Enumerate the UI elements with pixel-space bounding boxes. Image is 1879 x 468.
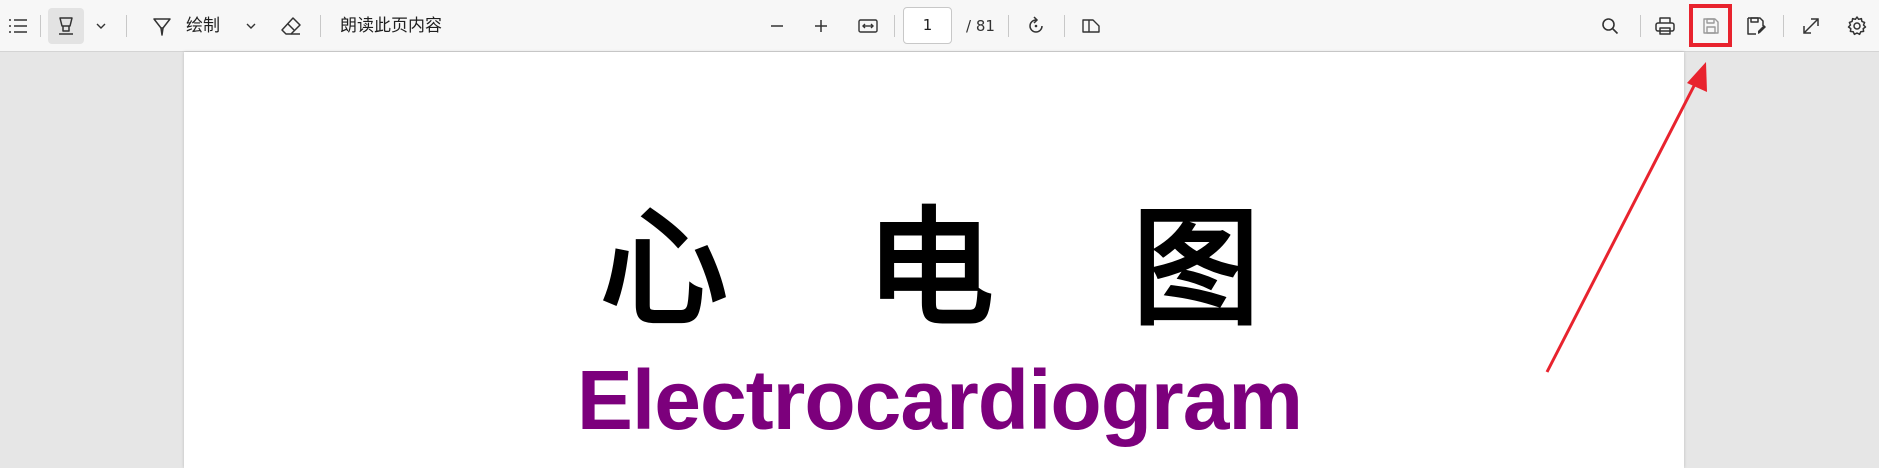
- print-button[interactable]: [1647, 0, 1683, 52]
- save-as-button[interactable]: [1738, 0, 1774, 52]
- toolbar-separator: [320, 15, 321, 37]
- highlight-button[interactable]: [48, 8, 84, 44]
- save-as-icon: [1747, 17, 1766, 35]
- fit-width-button[interactable]: [850, 0, 886, 52]
- toolbar-separator: [1783, 15, 1784, 37]
- toolbar-separator: [1008, 15, 1009, 37]
- settings-button[interactable]: [1839, 0, 1875, 52]
- pdf-toolbar: 绘制 朗读此页内容 1 / 81: [0, 0, 1879, 52]
- page-number-input[interactable]: 1: [903, 7, 952, 44]
- page-view-button[interactable]: [1073, 0, 1109, 52]
- search-icon: [1602, 18, 1619, 35]
- list-icon: [9, 19, 27, 33]
- printer-icon: [1655, 17, 1675, 35]
- fullscreen-button[interactable]: [1793, 0, 1829, 52]
- zoom-out-button[interactable]: [759, 0, 795, 52]
- toolbar-separator: [40, 15, 41, 37]
- document-title-chinese: 心 电 图: [600, 200, 1260, 340]
- search-button[interactable]: [1592, 0, 1628, 52]
- title-char: 图: [1131, 195, 1260, 344]
- rotate-button[interactable]: [1018, 0, 1054, 52]
- highlight-dropdown[interactable]: [92, 0, 110, 52]
- title-char: 心: [600, 195, 729, 344]
- minus-icon: [771, 25, 783, 27]
- pen-icon: [153, 18, 171, 36]
- draw-button[interactable]: [144, 0, 180, 52]
- draw-label[interactable]: 绘制: [186, 0, 220, 52]
- highlighter-icon: [59, 17, 73, 35]
- expand-icon: [1803, 18, 1819, 34]
- eraser-icon: [281, 17, 301, 35]
- plus-icon: [815, 20, 827, 32]
- fit-width-icon: [858, 19, 878, 33]
- rotate-icon: [1029, 16, 1043, 33]
- document-title-english: Electrocardiogram: [576, 353, 1303, 447]
- toolbar-separator: [894, 15, 895, 37]
- gear-icon: [1847, 16, 1867, 36]
- chevron-down-icon: [246, 23, 256, 29]
- annotation-highlight-box: [1689, 4, 1732, 47]
- title-char: 电: [865, 195, 994, 344]
- page-total: / 81: [966, 17, 995, 35]
- toolbar-separator: [1064, 15, 1065, 37]
- page-view-icon: [1082, 19, 1100, 33]
- erase-button[interactable]: [273, 0, 309, 52]
- chevron-down-icon: [96, 23, 106, 29]
- contents-button[interactable]: [0, 0, 36, 52]
- toolbar-separator: [1640, 15, 1641, 37]
- zoom-in-button[interactable]: [803, 0, 839, 52]
- read-aloud-button[interactable]: 朗读此页内容: [340, 0, 442, 52]
- draw-dropdown[interactable]: [242, 0, 260, 52]
- toolbar-separator: [126, 15, 127, 37]
